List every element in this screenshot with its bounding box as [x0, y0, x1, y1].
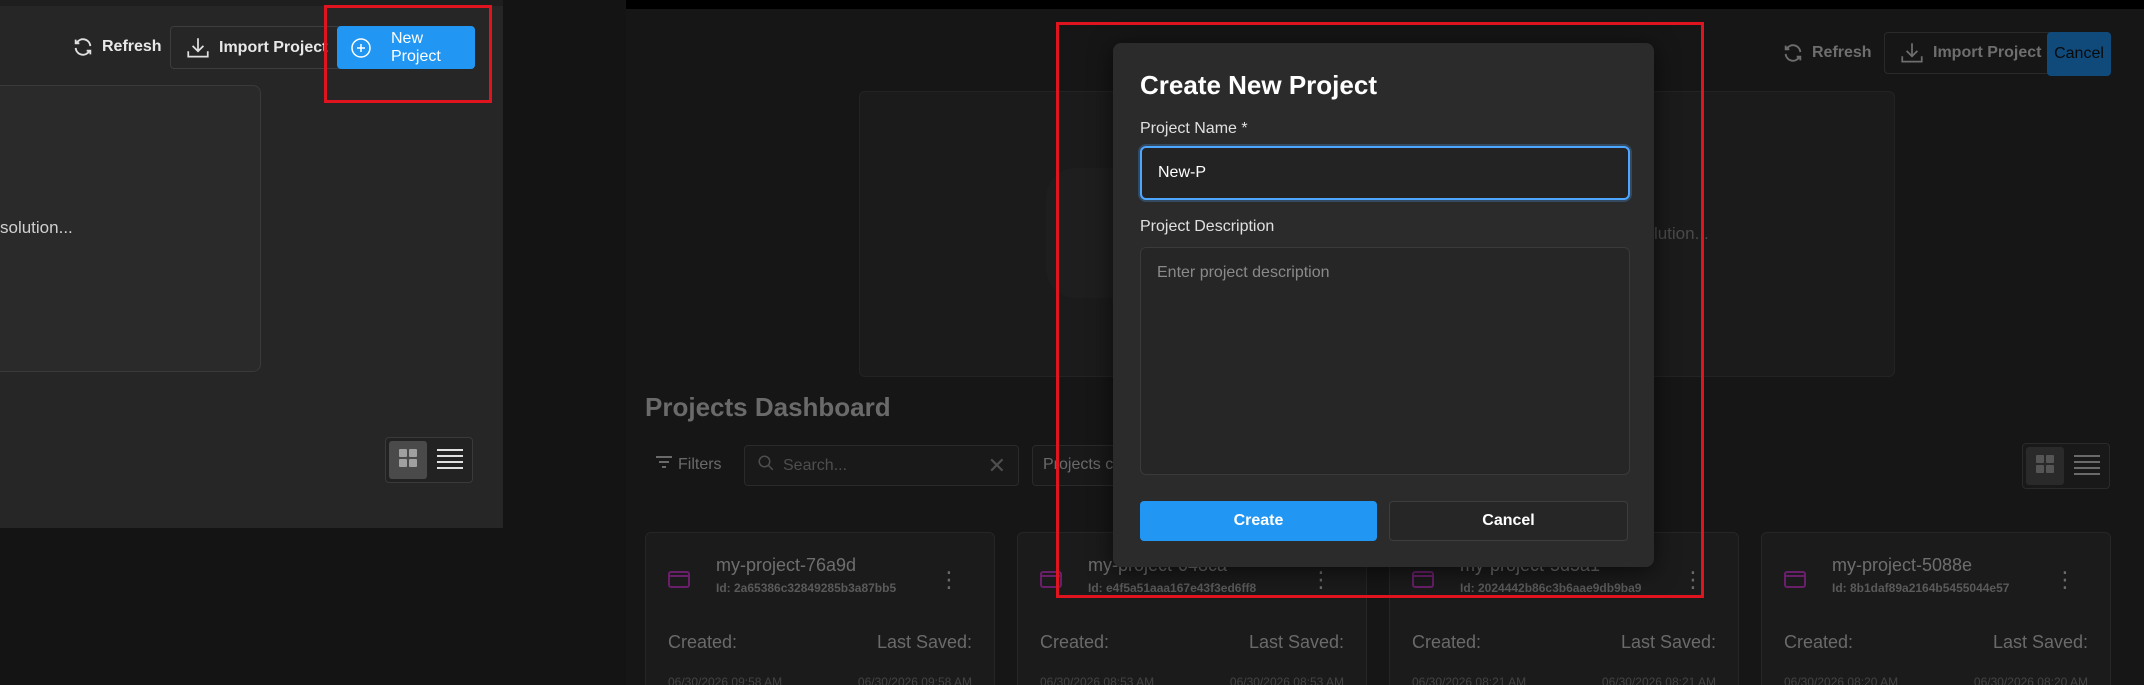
empty-area — [0, 528, 503, 685]
download-icon — [185, 35, 211, 61]
project-id: Id: 8b1daf89a2164b5455044e57 — [1832, 581, 2010, 595]
search-input[interactable]: Search... ✕ — [744, 445, 1019, 486]
new-project-highlight — [324, 5, 492, 103]
refresh-button[interactable]: Refresh — [1782, 40, 1872, 66]
last-saved-label: Last Saved: — [1620, 632, 1716, 652]
page-title: Projects Dashboard — [645, 392, 891, 422]
last-saved-label: Last Saved: — [1248, 632, 1344, 652]
grid-view-icon — [2033, 452, 2057, 481]
import-project-button[interactable]: Import Project — [1884, 32, 2057, 74]
last-saved-label: Last Saved: — [1992, 632, 2088, 652]
refresh-icon — [1782, 42, 1804, 64]
project-icon — [668, 569, 690, 594]
project-name: my-project-5088e — [1832, 555, 1973, 575]
saved-date: 06/30/2026 08:21 AM — [1601, 675, 1716, 685]
search-icon — [757, 454, 775, 477]
grid-view-button[interactable] — [389, 441, 427, 479]
created-date: 06/30/2026 08:20 AM — [1784, 675, 1899, 685]
filters-label: Filters — [678, 455, 722, 473]
search-placeholder: Search... — [783, 456, 848, 474]
cancel-toolbar-label: Cancel — [2054, 45, 2104, 62]
created-date: 06/30/2026 08:53 AM — [1040, 675, 1155, 685]
filters-button[interactable]: Filters — [656, 455, 722, 474]
refresh-icon — [72, 36, 94, 58]
dialog-highlight — [1056, 22, 1704, 598]
saved-date: 06/30/2026 08:20 AM — [1973, 675, 2088, 685]
view-toggle — [2022, 443, 2110, 489]
project-card[interactable]: my-project-5088e Id: 8b1daf89a2164b54550… — [1761, 532, 2111, 685]
cancel-toolbar-button[interactable]: Cancel — [2047, 32, 2111, 76]
project-id: Id: 2a65386c32849285b3a87bb5 — [716, 581, 897, 595]
refresh-label: Refresh — [1812, 44, 1872, 61]
card-description: solution... — [0, 218, 73, 237]
project-card[interactable]: my-project-76a9d Id: 2a65386c32849285b3a… — [645, 532, 995, 685]
project-name: my-project-76a9d — [716, 555, 857, 575]
import-project-button[interactable]: Import Project — [170, 26, 343, 69]
clear-icon[interactable]: ✕ — [988, 453, 1006, 479]
refresh-button[interactable]: Refresh — [72, 34, 162, 60]
last-saved-label: Last Saved: — [876, 632, 972, 652]
grid-view-button[interactable] — [2026, 447, 2064, 485]
refresh-label: Refresh — [102, 38, 162, 55]
filter-icon — [656, 455, 672, 474]
download-icon — [1899, 40, 1925, 66]
saved-date: 06/30/2026 08:53 AM — [1229, 675, 1344, 685]
project-icon — [1784, 569, 1806, 594]
list-view-button[interactable] — [2068, 447, 2106, 485]
list-view-icon — [2074, 453, 2100, 480]
saved-date: 06/30/2026 09:58 AM — [857, 675, 972, 685]
created-label: Created: — [1412, 632, 1482, 652]
created-date: 06/30/2026 09:58 AM — [668, 675, 783, 685]
import-project-label: Import Project — [1933, 44, 2042, 61]
created-label: Created: — [1784, 632, 1854, 652]
more-vertical-icon[interactable]: ⋮ — [2054, 569, 2076, 591]
created-date: 06/30/2026 08:21 AM — [1412, 675, 1527, 685]
created-label: Created: — [1040, 632, 1110, 652]
created-label: Created: — [668, 632, 738, 652]
list-view-icon — [437, 447, 463, 474]
top-strip — [626, 0, 2144, 9]
view-toggle — [385, 437, 473, 483]
more-vertical-icon[interactable]: ⋮ — [938, 569, 960, 591]
import-project-label: Import Project — [219, 38, 328, 56]
list-view-button[interactable] — [431, 441, 469, 479]
grid-view-icon — [396, 446, 420, 475]
